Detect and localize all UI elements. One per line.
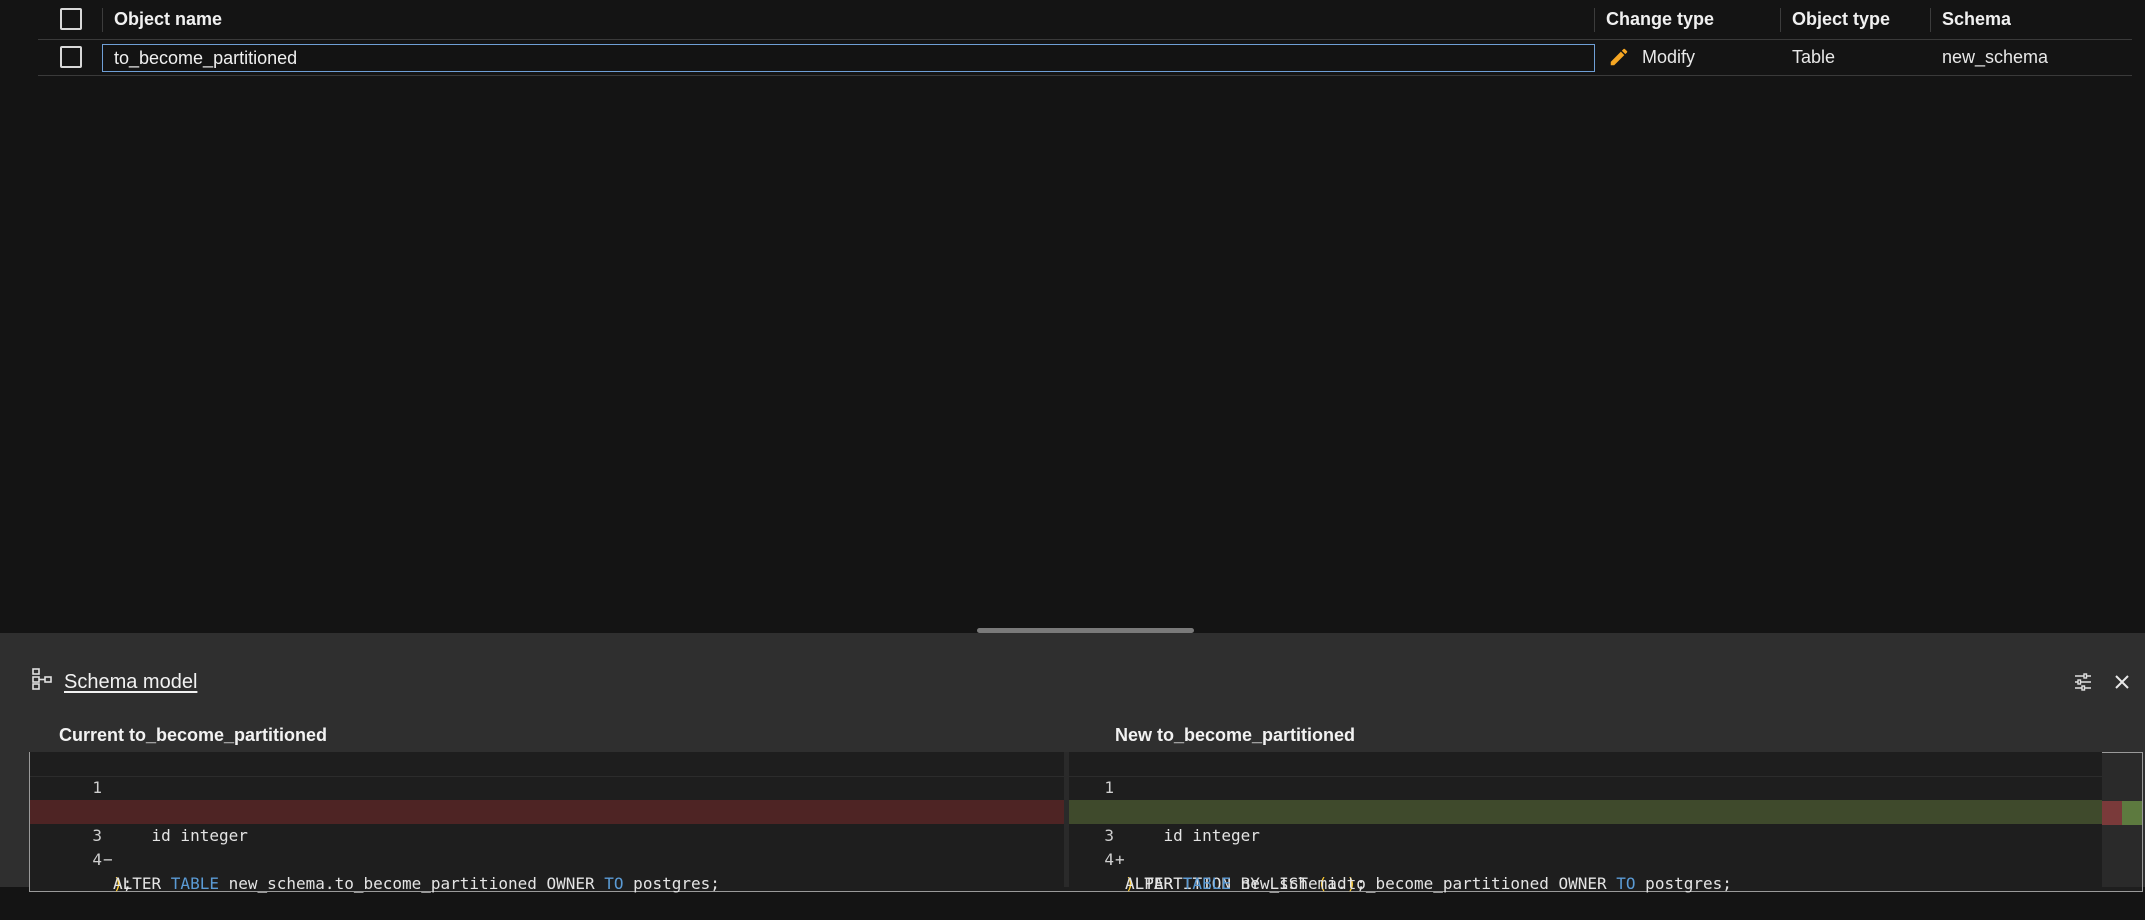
code-token: postgres;	[623, 874, 720, 893]
current-code-editor[interactable]: 1 CREATE TABLE new_schema.to_become_part…	[30, 752, 1064, 893]
overview-added-mark	[2122, 801, 2142, 825]
code-line: 2 id integer	[1069, 776, 2102, 845]
schema-cell: new_schema	[1942, 47, 2049, 67]
object-name-cell[interactable]: to_become_partitioned	[102, 44, 1595, 72]
column-header-schema[interactable]: Schema	[1942, 0, 2011, 39]
code-token: new_schema.to_become_partitioned OWNER	[218, 874, 605, 893]
column-separator	[1780, 8, 1781, 32]
column-separator	[102, 8, 103, 32]
line-number: 4	[1104, 850, 1114, 869]
change-type-cell: Modify	[1642, 47, 1696, 67]
schema-model-icon	[32, 668, 52, 690]
line-number: 4	[92, 850, 102, 869]
changes-grid: Object name Change type Object type Sche…	[38, 0, 2132, 76]
tune-icon[interactable]	[2073, 672, 2093, 692]
column-separator	[1594, 8, 1595, 32]
new-code-editor[interactable]: 1 CREATE TABLE new_schema.to_become_part…	[1069, 752, 2102, 893]
code-keyword: TABLE	[1182, 874, 1231, 893]
code-line: 1 CREATE TABLE new_schema.to_become_part…	[30, 752, 1064, 821]
code-keyword: TO	[1616, 874, 1636, 893]
code-keyword: TABLE	[170, 874, 219, 893]
code-line: 4 ALTER TABLE new_schema.to_become_parti…	[30, 824, 1064, 893]
object-type-cell: Table	[1792, 47, 1836, 67]
column-header-object-type[interactable]: Object type	[1792, 0, 1890, 39]
code-text: ALTER TABLE new_schema.to_become_partiti…	[113, 872, 720, 896]
removed-code-line: 3 − );	[30, 800, 1064, 893]
code-token: new_schema.to_become_partitioned OWNER	[1230, 874, 1617, 893]
code-line: 4 ALTER TABLE new_schema.to_become_parti…	[1069, 824, 2102, 893]
code-token: ALTER	[1125, 874, 1183, 893]
grid-header-row: Object name Change type Object type Sche…	[38, 0, 2132, 40]
schema-model-link[interactable]: Schema model	[64, 671, 197, 694]
code-line: 1 CREATE TABLE new_schema.to_become_part…	[1069, 752, 2102, 821]
code-token: postgres;	[1635, 874, 1732, 893]
overview-removed-mark	[2102, 801, 2122, 825]
table-row[interactable]: to_become_partitioned Modify Table new_s…	[38, 40, 2132, 76]
code-keyword: TO	[604, 874, 624, 893]
select-all-checkbox[interactable]	[60, 8, 82, 30]
current-pane-title: Current to_become_partitioned	[59, 725, 328, 745]
pencil-icon	[1610, 48, 1628, 66]
close-icon[interactable]	[2112, 672, 2132, 692]
code-line: 2 id integer	[30, 776, 1064, 845]
column-separator	[1930, 8, 1931, 32]
new-pane-title: New to_become_partitioned	[1115, 725, 1356, 745]
panel-resize-handle[interactable]	[977, 628, 1194, 633]
removed-marker: −	[103, 850, 113, 869]
added-marker: +	[1115, 850, 1125, 869]
row-checkbox[interactable]	[60, 46, 82, 68]
code-text: ALTER TABLE new_schema.to_become_partiti…	[1125, 872, 1732, 896]
column-header-object-name[interactable]: Object name	[114, 0, 222, 39]
column-header-change-type[interactable]: Change type	[1606, 0, 1714, 39]
code-token: ALTER	[113, 874, 171, 893]
added-code-line: 3 + ) PARTITION BY LIST (id);	[1069, 800, 2102, 893]
